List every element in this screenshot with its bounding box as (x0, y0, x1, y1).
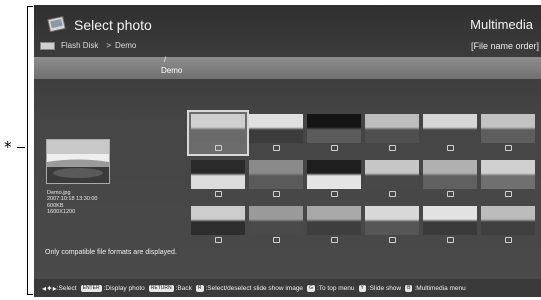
thumbnail-image (423, 114, 477, 143)
slideshow-checkbox-icon (505, 145, 512, 151)
thumbnail-palm-leaves[interactable] (247, 112, 305, 154)
thumbnail-waterfront[interactable] (479, 112, 537, 154)
slideshow-checkbox-icon (215, 237, 222, 243)
y-key-icon: Y (358, 284, 366, 292)
thumbnail-image (191, 160, 245, 189)
thumbnail-dandelion[interactable] (305, 158, 363, 200)
thumbnail-image (365, 114, 419, 143)
thumbnail-dark-moon[interactable] (305, 112, 363, 154)
path-root: / (164, 57, 166, 64)
header: Select photo Multimedia Flash Disk > Dem… (34, 5, 541, 57)
thumbnail-grid (187, 110, 539, 246)
thumbnail-pebbles[interactable] (247, 158, 305, 200)
button-guide: ◂✦▸ :Select ENTER :Display photo RETURN … (34, 279, 541, 297)
thumbnail-image (365, 160, 419, 189)
annotation-bracket-top (27, 6, 33, 7)
thumbnail-stadium-roof[interactable] (421, 204, 479, 246)
thumbnail-image (423, 160, 477, 189)
info-resolution: 1600X1200 (47, 209, 76, 216)
breadcrumb-folder: Demo (115, 41, 137, 50)
slideshow-checkbox-icon (215, 145, 222, 151)
guide-y: :Slide show (367, 284, 402, 292)
thumbnail-image (481, 160, 535, 189)
thumbnail-image (481, 114, 535, 143)
photo-app-icon (47, 16, 66, 32)
photo-preview (46, 139, 110, 184)
path-bar: / Demo (34, 57, 541, 79)
thumbnail-image (249, 160, 303, 189)
slideshow-checkbox-icon (273, 237, 280, 243)
thumbnail-beach-sunset[interactable] (187, 110, 249, 156)
slideshow-checkbox-icon (331, 191, 338, 197)
breadcrumb: Flash Disk > Demo (40, 41, 136, 50)
slideshow-checkbox-icon (505, 191, 512, 197)
slideshow-checkbox-icon (389, 191, 396, 197)
thumbnail-hillside[interactable] (305, 204, 363, 246)
thumbnail-city-skyline[interactable] (363, 112, 421, 154)
guide-back: :Back (175, 284, 192, 292)
slideshow-checkbox-icon (447, 191, 454, 197)
thumbnail-image (481, 206, 535, 235)
annotation-bracket (27, 6, 28, 295)
slideshow-checkbox-icon (331, 145, 338, 151)
slideshow-checkbox-icon (215, 191, 222, 197)
annotation-star-marker: * (4, 138, 12, 156)
b-key-icon: B (405, 284, 413, 292)
thumbnail-image (191, 206, 245, 235)
sort-order-label: [File name order] (470, 41, 539, 51)
r-key-icon: R (195, 284, 204, 292)
slideshow-checkbox-icon (389, 145, 396, 151)
dpad-icon: ◂✦▸ (42, 283, 57, 293)
slideshow-checkbox-icon (389, 237, 396, 243)
thumbnail-image (307, 114, 361, 143)
photo-info: Demo.jpg 2007:10:18 13:30:00 600KB 1600X… (47, 190, 97, 216)
thumbnail-image (191, 114, 245, 143)
thumbnail-daisies[interactable] (189, 158, 247, 200)
thumbnail-image (423, 206, 477, 235)
guide-g: :To top menu (316, 284, 355, 292)
thumbnail-image (365, 206, 419, 235)
thumbnail-rocks[interactable] (247, 204, 305, 246)
return-key-icon: RETURN (148, 284, 174, 292)
slideshow-checkbox-icon (447, 237, 454, 243)
flash-disk-icon (40, 41, 55, 50)
path-folder: Demo (161, 66, 183, 75)
slideshow-checkbox-icon (447, 145, 454, 151)
thumbnail-bridge-pier[interactable] (363, 158, 421, 200)
enter-key-icon: ENTER (80, 284, 102, 292)
annotation-leader-line (17, 147, 25, 148)
thumbnail-tree-field[interactable] (479, 204, 537, 246)
guide-b: :Multimedia menu (414, 284, 466, 292)
info-datetime: 2007:10:18 13:30:00 (47, 196, 98, 203)
thumbnail-harbor[interactable] (479, 158, 537, 200)
guide-select: :Select (56, 284, 77, 292)
breadcrumb-separator: > (106, 41, 112, 50)
thumbnail-building[interactable] (363, 204, 421, 246)
breadcrumb-device: Flash Disk (61, 41, 99, 50)
annotation-bracket-bottom (27, 294, 33, 295)
slideshow-checkbox-icon (273, 145, 280, 151)
mode-label: Multimedia (470, 17, 533, 32)
thumbnail-forest-field[interactable] (189, 204, 247, 246)
format-notice: Only compatible file formats are display… (45, 249, 177, 256)
thumbnail-image (307, 160, 361, 189)
slideshow-checkbox-icon (331, 237, 338, 243)
slideshow-checkbox-icon (273, 191, 280, 197)
thumbnail-image (307, 206, 361, 235)
page-title: Select photo (74, 17, 152, 33)
g-key-icon: G (307, 284, 315, 292)
thumbnail-image (249, 206, 303, 235)
thumbnail-sky-clouds[interactable] (421, 112, 479, 154)
slideshow-checkbox-icon (505, 237, 512, 243)
guide-r: :Select/deselect slide show image (205, 284, 304, 292)
thumbnail-rooftop-temple[interactable] (421, 158, 479, 200)
guide-display: :Display photo (103, 284, 145, 292)
thumbnail-image (249, 114, 303, 143)
tv-screen: Select photo Multimedia Flash Disk > Dem… (34, 5, 541, 297)
